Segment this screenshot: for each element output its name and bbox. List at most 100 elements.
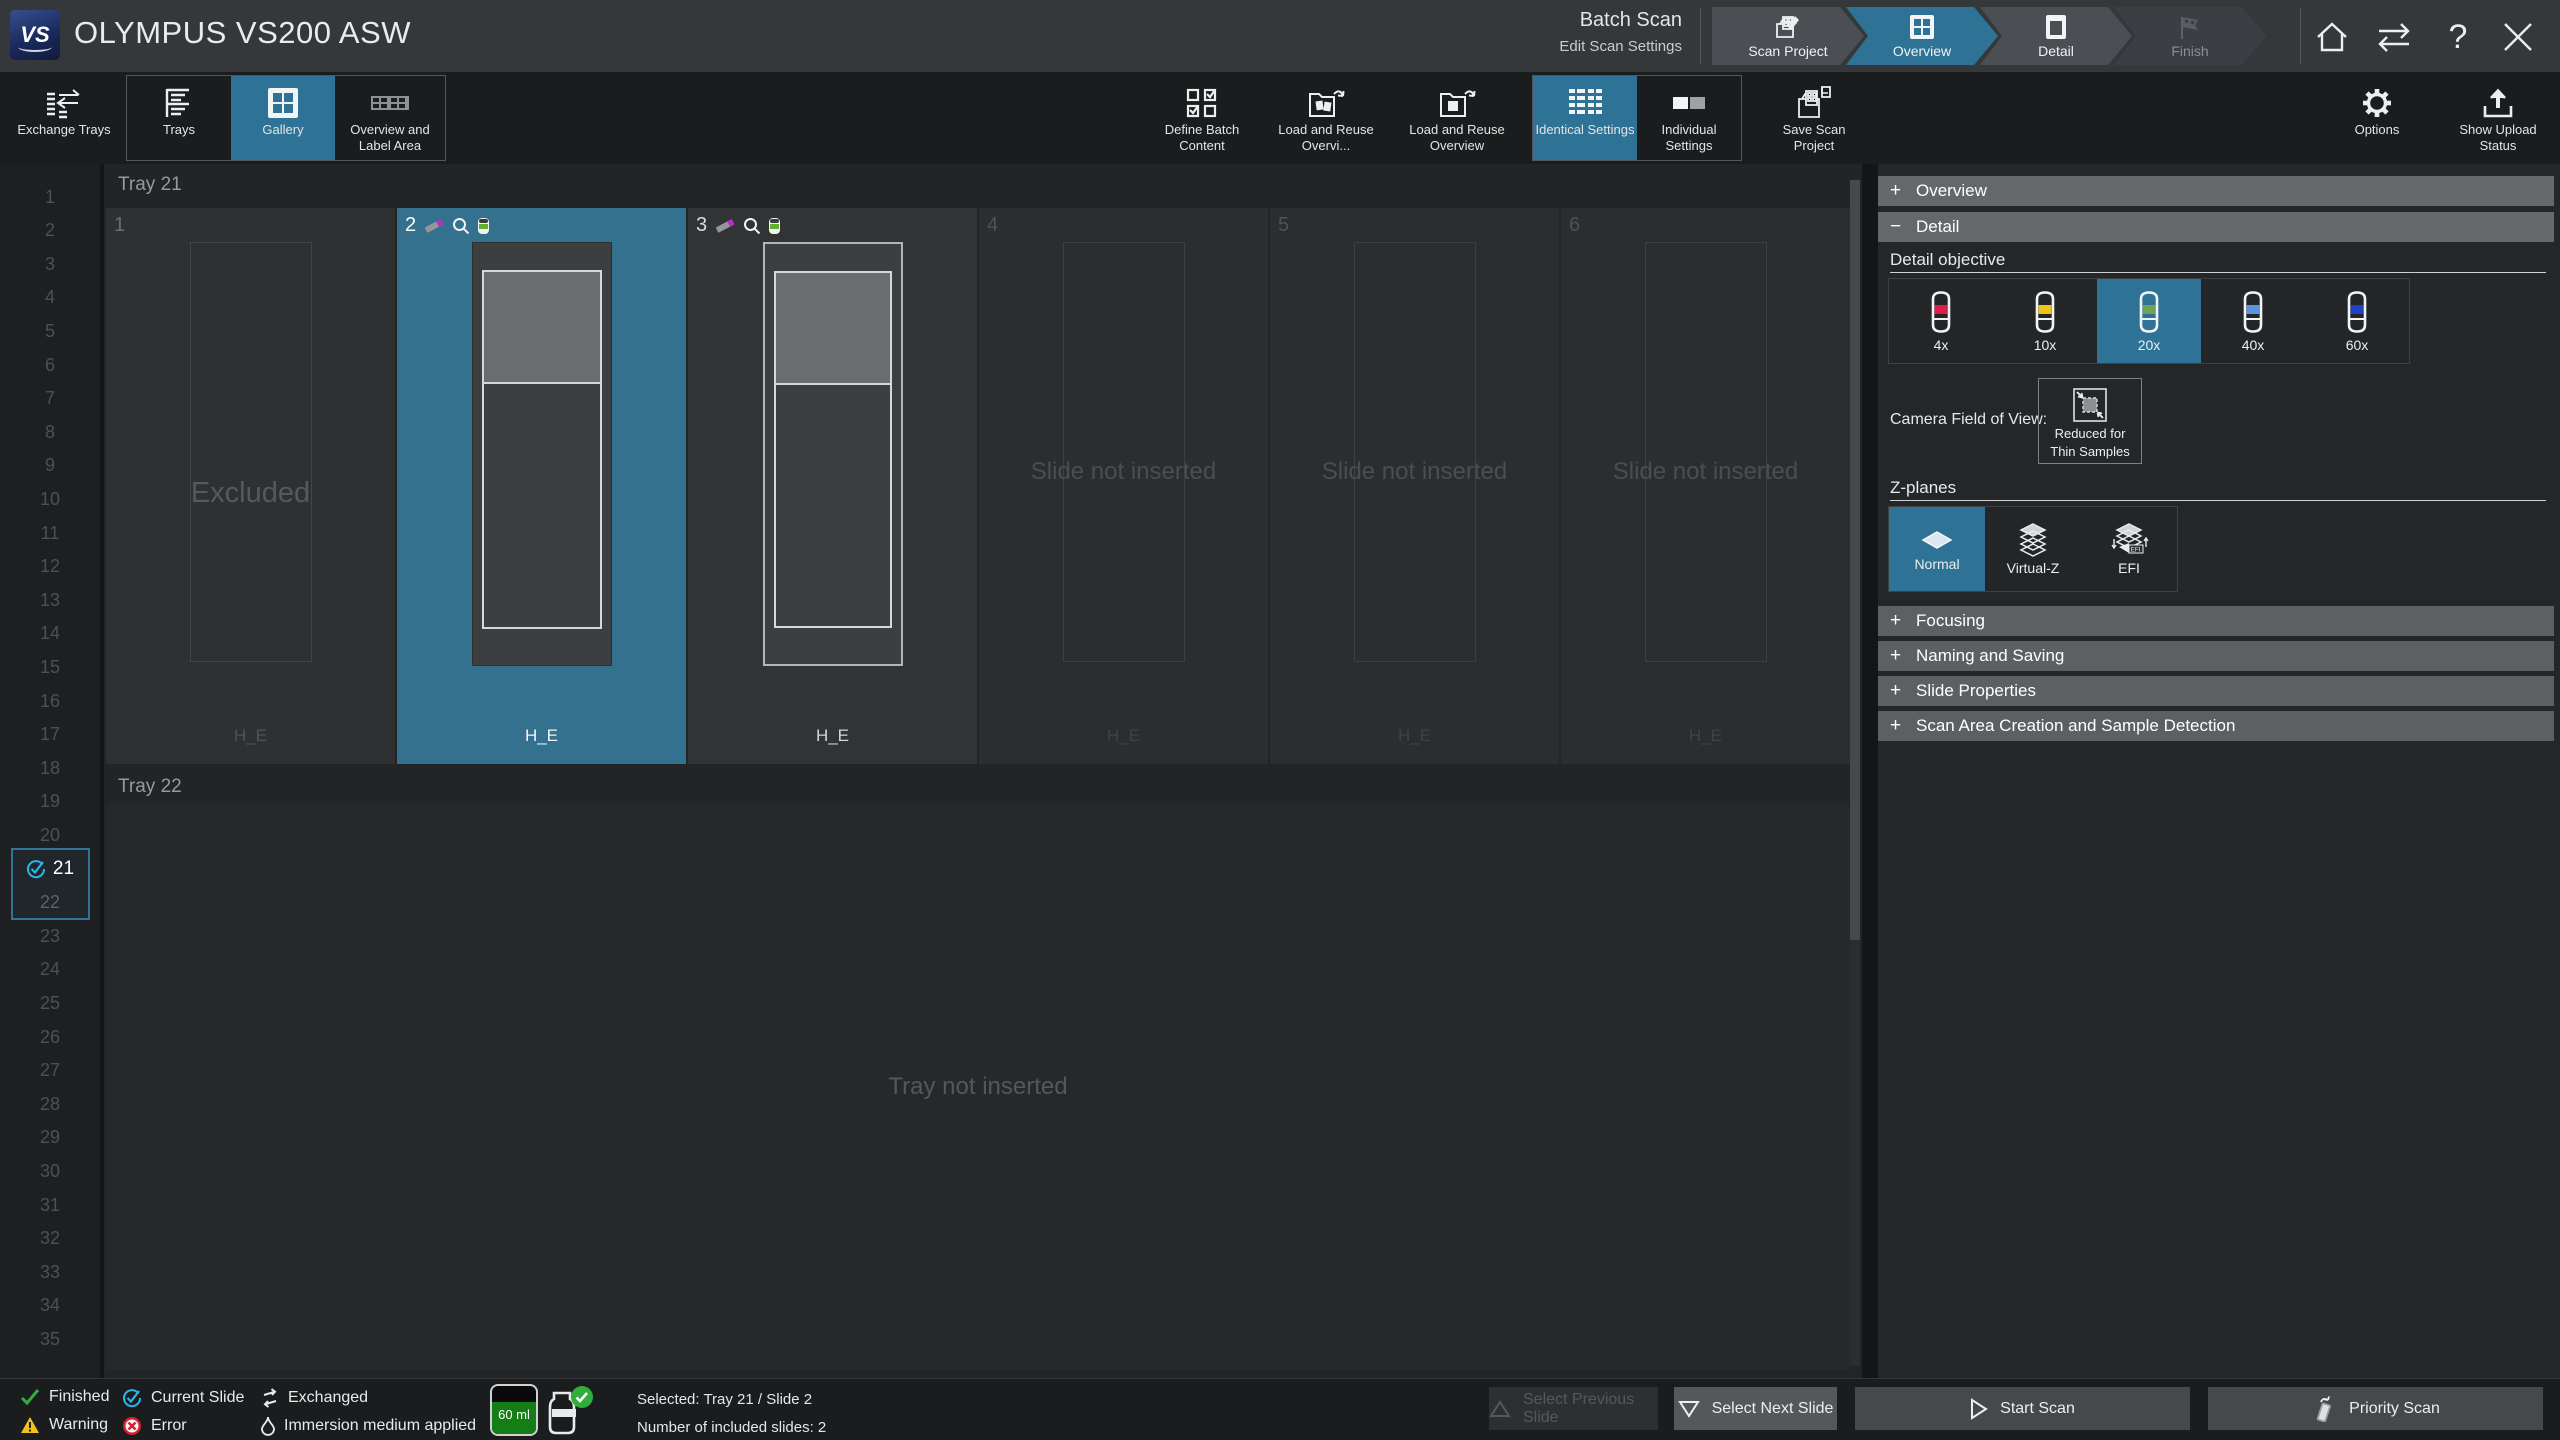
tray-row-15[interactable]: 15 [0,652,100,682]
objective-60x-button[interactable]: 60x [2305,279,2409,363]
exchange-trays-icon [44,84,84,122]
tray-row-35[interactable]: 35 [0,1324,100,1354]
overview-label-area-button[interactable]: Overview and Label Area [335,76,445,160]
select-next-slide-button[interactable]: Select Next Slide [1674,1387,1837,1430]
home-icon[interactable] [2310,16,2354,58]
tray-21-label: Tray 21 [118,174,182,196]
objective-4x-button[interactable]: 4x [1889,279,1993,363]
workflow-step-scan-project[interactable]: Scan Project [1712,7,1864,65]
magnifier-icon[interactable] [743,217,761,235]
focusing-section-header[interactable]: + Focusing [1878,606,2554,636]
objective-20x-button[interactable]: 20x [2097,279,2201,363]
tray-row-32[interactable]: 32 [0,1224,100,1254]
start-scan-button[interactable]: Start Scan [1855,1387,2190,1430]
tray-row-3[interactable]: 3 [0,249,100,279]
workflow-step-detail[interactable]: Detail [1980,7,2132,65]
tray-row-2[interactable]: 2 [0,216,100,246]
tray-row-17[interactable]: 17 [0,720,100,750]
workflow-step-overview[interactable]: Overview [1846,7,1998,65]
slide-cell-5[interactable]: 5Slide not insertedH_E [1270,208,1559,764]
naming-saving-section-header[interactable]: + Naming and Saving [1878,641,2554,671]
tray-row-number: 2 [45,220,55,241]
toolbar-label: Individual Settings [1637,122,1741,153]
tray-row-22[interactable]: 22 [0,888,100,918]
options-button[interactable]: Options [2332,76,2422,160]
tray-row-7[interactable]: 7 [0,384,100,414]
tray-row-1[interactable]: 1 [0,182,100,212]
legend-current-slide: Current Slide [122,1388,244,1408]
gallery-scrollbar-thumb[interactable] [1850,180,1860,940]
tray-row-20[interactable]: 20 [0,820,100,850]
save-scan-project-button[interactable]: Save Scan Project [1762,76,1866,160]
tray-row-10[interactable]: 10 [0,484,100,514]
gallery-scrollbar[interactable] [1850,180,1860,1366]
slide-graphic[interactable] [472,242,612,666]
tray-row-6[interactable]: 6 [0,350,100,380]
included-slides-text: Number of included slides: 2 [637,1419,826,1436]
show-upload-status-button[interactable]: Show Upload Status [2444,76,2552,160]
tray-row-12[interactable]: 12 [0,552,100,582]
slide-cell-3[interactable]: 3H_E [688,208,977,764]
camera-fov-button[interactable]: Reduced for Thin Samples [2038,378,2142,464]
slide-stain-label: H_E [106,726,395,746]
priority-scan-button[interactable]: Priority Scan [2208,1387,2543,1430]
tray-row-18[interactable]: 18 [0,753,100,783]
workflow-step-finish: Finish [2114,7,2266,65]
exchange-trays-button[interactable]: Exchange Trays [8,76,120,160]
tray-row-24[interactable]: 24 [0,955,100,985]
tray-row-13[interactable]: 13 [0,585,100,615]
slide-properties-section-header[interactable]: + Slide Properties [1878,676,2554,706]
tray-row-9[interactable]: 9 [0,451,100,481]
z-mode-efi-button[interactable]: EFI EFI [2081,507,2177,591]
tray-row-14[interactable]: 14 [0,619,100,649]
objective-10x-button[interactable]: 10x [1993,279,2097,363]
load-reuse-overview-button[interactable]: Load and Reuse Overview [1398,76,1516,160]
tray-row-8[interactable]: 8 [0,417,100,447]
tray-row-5[interactable]: 5 [0,316,100,346]
tray-row-25[interactable]: 25 [0,988,100,1018]
slide-cell-4[interactable]: 4Slide not insertedH_E [979,208,1268,764]
legend-finished: Finished [20,1388,109,1406]
close-icon[interactable] [2496,16,2540,58]
logo-swoosh [18,42,52,52]
tray-row-19[interactable]: 19 [0,787,100,817]
trays-view-button[interactable]: Trays [127,76,231,160]
tray-row-26[interactable]: 26 [0,1022,100,1052]
slide-cell-2[interactable]: 2H_E [397,208,686,764]
tray-row-4[interactable]: 4 [0,283,100,313]
tray-row-31[interactable]: 31 [0,1190,100,1220]
detail-section-header[interactable]: − Detail [1878,212,2554,242]
legend-warning: Warning [20,1416,108,1434]
individual-settings-button[interactable]: Individual Settings [1637,76,1741,160]
help-icon[interactable]: ? [2436,16,2480,58]
switch-application-icon[interactable] [2372,16,2416,58]
tray-row-28[interactable]: 28 [0,1089,100,1119]
slide-cell-1[interactable]: 1ExcludedH_E [106,208,395,764]
tray-row-11[interactable]: 11 [0,518,100,548]
objective-40x-button[interactable]: 40x [2201,279,2305,363]
tray-row-30[interactable]: 30 [0,1156,100,1186]
z-mode-normal-button[interactable]: Normal [1889,507,1985,591]
magnifier-icon[interactable] [452,217,470,235]
slide-cell-6[interactable]: 6Slide not insertedH_E [1561,208,1850,764]
tray-row-16[interactable]: 16 [0,686,100,716]
detail-step-icon [2045,13,2067,41]
scan-area-section-header[interactable]: + Scan Area Creation and Sample Detectio… [1878,711,2554,741]
z-mode-virtual-z-button[interactable]: Virtual-Z [1985,507,2081,591]
overview-section-header[interactable]: + Overview [1878,176,2554,206]
slide-cell-header: 3 [696,214,781,237]
tray-row-23[interactable]: 23 [0,921,100,951]
tray-row-27[interactable]: 27 [0,1056,100,1086]
load-reuse-overviews-button[interactable]: Load and Reuse Overvi... [1270,76,1382,160]
slide-graphic[interactable] [763,242,903,666]
tray-row-29[interactable]: 29 [0,1123,100,1153]
slide-state-text: Slide not inserted [1270,456,1559,488]
slide-number: 4 [987,214,998,237]
identical-settings-button[interactable]: Identical Settings [1533,76,1637,160]
tray-row-33[interactable]: 33 [0,1257,100,1287]
tray-row-21[interactable]: 21 [0,854,100,884]
button-label: Select Next Slide [1712,1400,1834,1418]
gallery-view-button[interactable]: Gallery [231,76,335,160]
tray-row-34[interactable]: 34 [0,1291,100,1321]
define-batch-content-button[interactable]: Define Batch Content [1150,76,1254,160]
